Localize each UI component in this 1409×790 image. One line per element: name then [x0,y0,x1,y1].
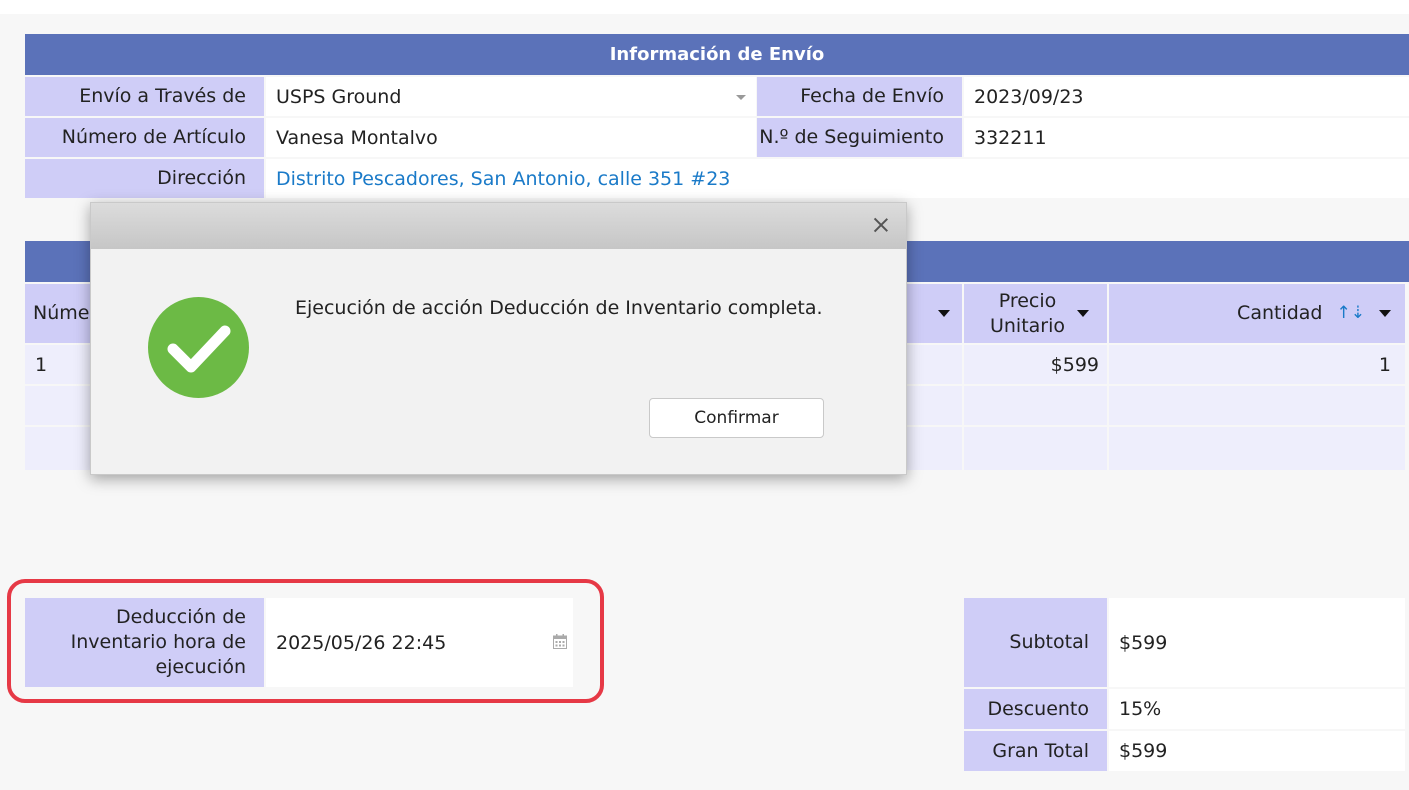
success-dialog: Ejecución de acción Deducción de Inventa… [90,202,907,475]
tracking-label: N.º de Seguimiento [757,118,962,157]
confirm-button[interactable]: Confirmar [649,398,824,438]
grand-total-label: Gran Total [964,731,1107,771]
discount-field[interactable]: 15% [1109,689,1405,729]
table-row-empty-cell[interactable] [964,427,1107,470]
unit-price-header-text: Precio Unitario [989,289,1066,337]
ship-date-label: Fecha de Envío [757,77,962,116]
table-row-unit-price-cell[interactable]: $599 [964,345,1107,384]
column-header-unit-price[interactable]: Precio Unitario [964,284,1107,343]
top-strip [0,0,1409,14]
table-row-empty-cell[interactable] [1109,386,1405,425]
close-icon[interactable] [870,214,892,236]
shipping-section-header: Información de Envío [25,34,1409,75]
column-header-quantity[interactable]: Cantidad ↑⇣ [1109,284,1405,343]
shipping-section-title: Información de Envío [609,44,825,65]
dialog-message: Ejecución de acción Deducción de Inventa… [295,297,823,319]
subtotal-label: Subtotal [964,598,1107,687]
subtotal-value: $599 [1109,598,1405,687]
sort-caret-icon[interactable] [938,310,950,317]
table-row-quantity-cell[interactable]: 1 [1109,345,1405,384]
ship-date-field[interactable]: 2023/09/23 [964,77,1409,116]
ship-via-label: Envío a Través de [25,77,264,116]
discount-label: Descuento [964,689,1107,729]
item-number-field[interactable]: Vanesa Montalvo [266,118,756,157]
success-check-icon [148,297,249,398]
dialog-titlebar [91,203,906,249]
ship-via-value: USPS Ground [276,85,402,108]
chevron-down-icon[interactable] [736,95,746,100]
tracking-field[interactable]: 332211 [964,118,1409,157]
highlight-annotation-box [7,579,604,703]
ship-via-select[interactable]: USPS Ground [266,77,756,116]
quantity-header-text: Cantidad [1237,302,1323,325]
item-number-label: Número de Artículo [25,118,264,157]
table-row-empty-cell[interactable] [964,386,1107,425]
address-label: Dirección [25,159,264,198]
table-row-empty-cell[interactable] [1109,427,1405,470]
sort-caret-icon[interactable] [1076,310,1089,317]
sort-caret-icon[interactable] [1379,310,1391,317]
address-link[interactable]: Distrito Pescadores, San Antonio, calle … [266,159,1409,198]
grand-total-value: $599 [1109,731,1405,771]
sort-ascending-icon[interactable]: ↑⇣ [1337,302,1366,324]
